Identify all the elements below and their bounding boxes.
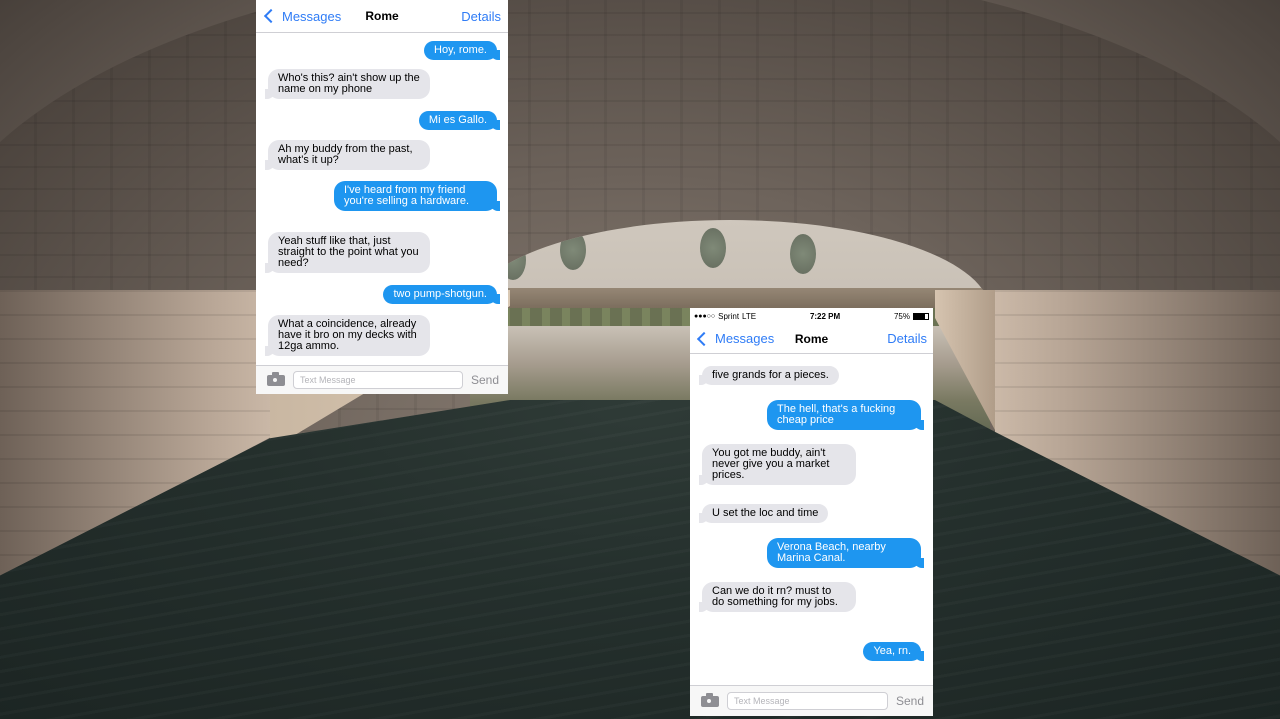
nav-bar: Messages Rome Details [256, 0, 508, 33]
battery-icon [913, 312, 929, 320]
text-message-field[interactable]: Text Message [293, 371, 463, 389]
left-phone-screen: Messages Rome Details Hoy, rome. Who's t… [256, 0, 508, 394]
network-type: LTE [742, 311, 757, 321]
message-bubble-incoming: You got me buddy, ain't never give you a… [699, 444, 856, 485]
camera-icon[interactable] [701, 692, 719, 707]
message-bubble-incoming: five grands for a pieces. [699, 366, 839, 385]
distant-tree [790, 234, 816, 274]
text-message-field[interactable]: Text Message [727, 692, 888, 710]
distant-tree [700, 228, 726, 268]
back-label: Messages [282, 8, 342, 24]
game-scene [0, 0, 1280, 719]
nav-bar: Messages Rome Details [690, 324, 933, 354]
message-bubble-incoming: Who's this? ain't show up the name on my… [265, 69, 430, 99]
message-bubble-outgoing: Verona Beach, nearby Marina Canal. [767, 538, 924, 568]
message-bubble-outgoing: I've heard from my friend you're selling… [334, 181, 500, 211]
details-button[interactable]: Details [461, 9, 501, 24]
chevron-left-icon [263, 8, 279, 24]
back-button[interactable]: Messages [263, 9, 341, 24]
clock: 7:22 PM [809, 311, 841, 321]
message-bubble-incoming: U set the loc and time [698, 504, 829, 523]
back-label: Messages [715, 331, 775, 346]
camera-icon[interactable] [267, 371, 285, 386]
message-bubble-outgoing: Mi es Gallo. [418, 111, 501, 130]
status-bar: ●●●○○ Sprint LTE 7:22 PM 75% [690, 308, 933, 324]
message-bubble-incoming: What a coincidence, already have it bro … [265, 315, 430, 356]
carrier-name: Sprint [718, 311, 740, 321]
message-input-bar: Text Message Send [256, 365, 508, 394]
right-phone-screen: ●●●○○ Sprint LTE 7:22 PM 75% Messages Ro… [690, 308, 933, 716]
send-button[interactable]: Send [896, 694, 924, 708]
distant-bridge [470, 288, 990, 326]
back-button[interactable]: Messages [696, 331, 774, 346]
signal-strength-icon: ●●●○○ [694, 312, 716, 320]
battery-percentage: 75% [893, 311, 910, 321]
message-bubble-outgoing: Hoy, rome. [424, 41, 500, 60]
details-button[interactable]: Details [887, 331, 927, 346]
message-bubble-incoming: Ah my buddy from the past, what's it up? [265, 140, 430, 170]
message-bubble-outgoing: The hell, that's a fucking cheap price [767, 400, 924, 430]
chevron-left-icon [696, 331, 712, 346]
message-bubble-incoming: Yeah stuff like that, just straight to t… [265, 232, 430, 273]
message-bubble-outgoing: two pump-shotgun. [383, 285, 500, 304]
distant-tree [560, 230, 586, 270]
send-button[interactable]: Send [471, 373, 499, 387]
message-input-bar: Text Message Send [690, 685, 933, 716]
message-bubble-incoming: Can we do it rn? must to do something fo… [699, 582, 856, 612]
message-bubble-outgoing: Yea, rn. [863, 642, 924, 661]
